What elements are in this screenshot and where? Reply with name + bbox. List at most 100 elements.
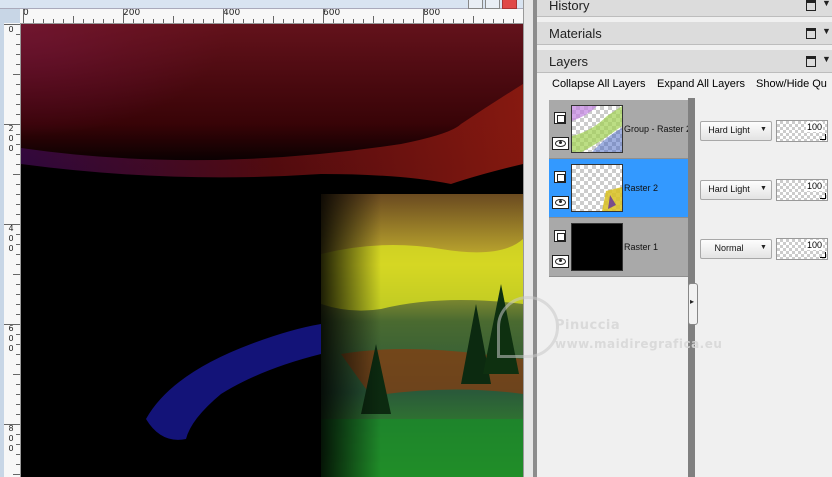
ruler-label: 800 bbox=[423, 9, 441, 18]
ruler-tick bbox=[16, 384, 20, 385]
ruler-tick bbox=[16, 464, 20, 465]
layer-row-raster-2[interactable]: Raster 2 bbox=[549, 159, 689, 218]
layer-name: Raster 1 bbox=[624, 242, 659, 252]
ruler-tick bbox=[363, 19, 364, 23]
layer-properties-row: Hard Light ▼ 100 bbox=[695, 159, 832, 217]
maximize-icon[interactable] bbox=[806, 56, 816, 67]
opacity-value: 100 bbox=[805, 181, 823, 191]
ruler-tick bbox=[16, 54, 20, 55]
ruler-label: 0 bbox=[8, 334, 14, 343]
ruler-tick bbox=[93, 19, 94, 23]
ruler-tick bbox=[23, 9, 24, 23]
layer-row-raster-1[interactable]: Raster 1 bbox=[549, 218, 689, 277]
ruler-tick bbox=[16, 314, 20, 315]
show-hide-button[interactable]: Show/Hide Qu bbox=[756, 78, 827, 90]
ribbon-art bbox=[21, 84, 523, 477]
ruler-tick bbox=[403, 19, 404, 23]
ruler-tick bbox=[33, 19, 34, 23]
ruler-tick bbox=[333, 19, 334, 23]
materials-panel-header[interactable]: Materials ▼ bbox=[537, 22, 832, 45]
panel-menu-icon[interactable]: ▼ bbox=[822, 0, 831, 8]
maximize-icon[interactable] bbox=[806, 28, 816, 39]
collapse-all-layers-button[interactable]: Collapse All Layers bbox=[552, 78, 646, 90]
expand-all-layers-button[interactable]: Expand All Layers bbox=[657, 78, 745, 90]
eye-icon[interactable] bbox=[552, 255, 569, 268]
ruler-tick bbox=[13, 74, 20, 75]
ruler-tick bbox=[16, 164, 20, 165]
layer-thumbnail bbox=[571, 105, 623, 153]
layer-thumbnail bbox=[571, 164, 623, 212]
opacity-field[interactable]: 100 bbox=[776, 120, 828, 142]
ruler-tick bbox=[163, 19, 164, 23]
ruler-tick bbox=[493, 19, 494, 23]
layers-panel-header[interactable]: Layers ▼ bbox=[537, 50, 832, 73]
ruler-tick bbox=[113, 19, 114, 23]
blend-mode-select[interactable]: Hard Light ▼ bbox=[700, 180, 772, 200]
ruler-tick bbox=[123, 9, 124, 23]
ruler-tick bbox=[83, 19, 84, 23]
materials-panel-title: Materials bbox=[549, 26, 602, 41]
ruler-tick bbox=[463, 19, 464, 23]
layer-thumbnail bbox=[571, 223, 623, 271]
ruler-tick bbox=[473, 16, 474, 23]
group-icon[interactable] bbox=[554, 171, 566, 183]
ruler-tick bbox=[393, 19, 394, 23]
blend-mode-select[interactable]: Hard Light ▼ bbox=[700, 121, 772, 141]
ruler-tick bbox=[323, 9, 324, 23]
opacity-field[interactable]: 100 bbox=[776, 238, 828, 260]
layer-properties-row: Normal ▼ 100 bbox=[695, 218, 832, 276]
ruler-tick bbox=[16, 254, 20, 255]
ruler-tick bbox=[16, 304, 20, 305]
canvas-area: 0 200 400 600 800 0 2 0 0 4 0 0 6 0 0 8 … bbox=[0, 0, 534, 477]
ruler-tick bbox=[16, 394, 20, 395]
ruler-tick bbox=[16, 84, 20, 85]
ruler-tick bbox=[193, 19, 194, 23]
ruler-tick bbox=[413, 19, 414, 23]
ruler-tick bbox=[73, 16, 74, 23]
ruler-tick bbox=[453, 19, 454, 23]
eye-icon[interactable] bbox=[552, 137, 569, 150]
ruler-tick bbox=[133, 19, 134, 23]
ruler-label: 600 bbox=[323, 9, 341, 18]
dropdown-arrow-icon: ▼ bbox=[760, 185, 767, 192]
opacity-value: 100 bbox=[805, 122, 823, 132]
ruler-tick bbox=[13, 474, 20, 475]
ruler-tick bbox=[16, 434, 20, 435]
restore-icon[interactable] bbox=[485, 0, 500, 9]
ruler-tick bbox=[16, 364, 20, 365]
ruler-label: 0 bbox=[8, 144, 14, 153]
ruler-tick bbox=[16, 34, 20, 35]
maximize-icon[interactable] bbox=[806, 0, 816, 11]
ruler-tick bbox=[16, 214, 20, 215]
document-title-strip bbox=[0, 0, 533, 9]
ruler-tick bbox=[343, 19, 344, 23]
ruler-tick bbox=[373, 16, 374, 23]
layer-row-group-raster-2[interactable]: Group - Raster 2 bbox=[549, 100, 689, 159]
ruler-tick bbox=[4, 324, 20, 325]
ruler-tick bbox=[143, 19, 144, 23]
close-icon[interactable] bbox=[502, 0, 517, 9]
ruler-label: 0 bbox=[8, 25, 14, 34]
ruler-tick bbox=[253, 19, 254, 23]
horizontal-ruler: 0 200 400 600 800 bbox=[20, 9, 523, 24]
image-canvas[interactable] bbox=[21, 24, 523, 477]
group-icon[interactable] bbox=[554, 112, 566, 124]
blend-mode-select[interactable]: Normal ▼ bbox=[700, 239, 772, 259]
ruler-tick bbox=[16, 114, 20, 115]
panel-menu-icon[interactable]: ▼ bbox=[822, 54, 831, 64]
collapse-handle[interactable]: ▸ bbox=[688, 283, 698, 325]
layer-properties-row: Hard Light ▼ 100 bbox=[695, 100, 832, 158]
ruler-tick bbox=[16, 194, 20, 195]
opacity-field[interactable]: 100 bbox=[776, 179, 828, 201]
layer-name: Group - Raster 2 bbox=[624, 124, 688, 134]
panel-menu-icon[interactable]: ▼ bbox=[822, 26, 831, 36]
vertical-ruler: 0 2 0 0 4 0 0 6 0 0 8 0 0 bbox=[4, 23, 21, 477]
minimize-icon[interactable] bbox=[468, 0, 483, 9]
history-panel-header[interactable]: History ▼ bbox=[537, 0, 832, 17]
group-icon[interactable] bbox=[554, 230, 566, 242]
ruler-tick bbox=[513, 19, 514, 23]
ruler-tick bbox=[16, 354, 20, 355]
ruler-tick bbox=[243, 19, 244, 23]
ruler-tick bbox=[16, 294, 20, 295]
eye-icon[interactable] bbox=[552, 196, 569, 209]
